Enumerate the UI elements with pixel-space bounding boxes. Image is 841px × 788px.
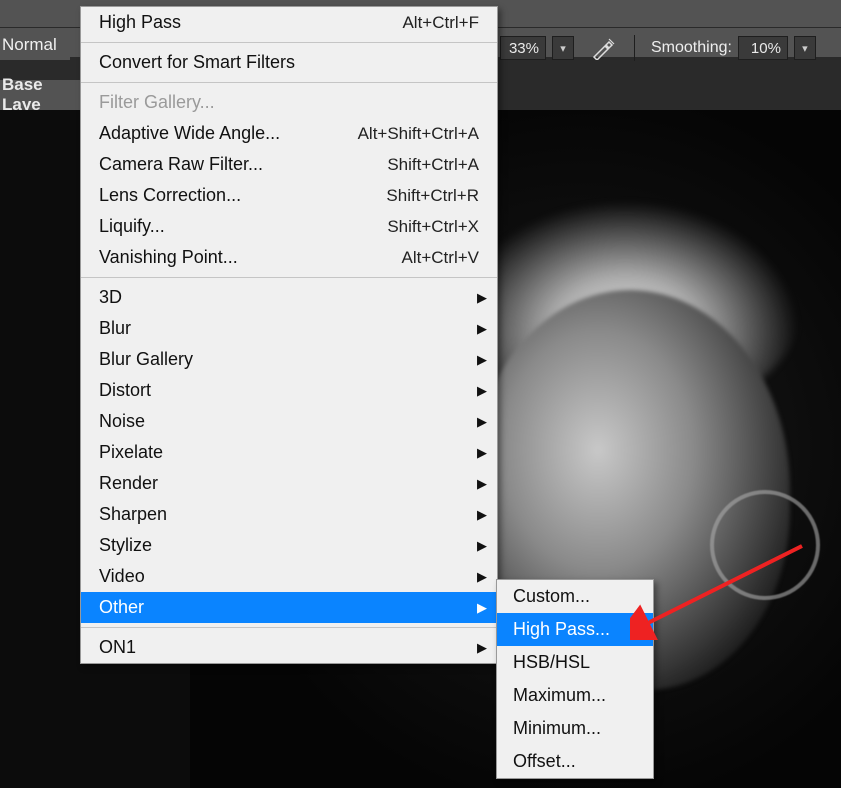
submenu-arrow-icon: ▶ — [477, 476, 487, 492]
zoom-value[interactable]: 33% — [500, 36, 546, 60]
menu-item-stylize[interactable]: Stylize ▶ — [81, 530, 497, 561]
submenu-arrow-icon: ▶ — [477, 507, 487, 523]
blend-mode-select[interactable]: Normal — [0, 30, 70, 60]
menu-item-blur-gallery[interactable]: Blur Gallery ▶ — [81, 344, 497, 375]
submenu-arrow-icon: ▶ — [477, 538, 487, 554]
submenu-arrow-icon: ▶ — [477, 352, 487, 368]
blend-mode-value: Normal — [2, 35, 57, 55]
submenu-arrow-icon: ▶ — [477, 445, 487, 461]
submenu-arrow-icon: ▶ — [477, 383, 487, 399]
menu-item-vanishing-point[interactable]: Vanishing Point... Alt+Ctrl+V — [81, 242, 497, 273]
smoothing-label: Smoothing: — [651, 39, 732, 57]
menu-item-convert-smart[interactable]: Convert for Smart Filters — [81, 47, 497, 78]
submenu-item-custom[interactable]: Custom... — [497, 580, 653, 613]
submenu-arrow-icon: ▶ — [477, 600, 487, 616]
submenu-item-maximum[interactable]: Maximum... — [497, 679, 653, 712]
menu-item-render[interactable]: Render ▶ — [81, 468, 497, 499]
menu-item-liquify[interactable]: Liquify... Shift+Ctrl+X — [81, 211, 497, 242]
filter-menu: High Pass Alt+Ctrl+F Convert for Smart F… — [80, 6, 498, 664]
menu-separator — [81, 82, 497, 83]
submenu-item-hsb-hsl[interactable]: HSB/HSL — [497, 646, 653, 679]
smoothing-dropdown[interactable]: ▾ — [794, 36, 816, 60]
menu-item-blur[interactable]: Blur ▶ — [81, 313, 497, 344]
menu-separator — [81, 277, 497, 278]
menu-item-on1[interactable]: ON1 ▶ — [81, 632, 497, 663]
airbrush-icon[interactable] — [588, 33, 618, 63]
menu-item-3d[interactable]: 3D ▶ — [81, 282, 497, 313]
chevron-down-icon: ▾ — [560, 42, 566, 55]
submenu-item-minimum[interactable]: Minimum... — [497, 712, 653, 745]
menu-separator — [81, 42, 497, 43]
submenu-arrow-icon: ▶ — [477, 321, 487, 337]
menu-item-video[interactable]: Video ▶ — [81, 561, 497, 592]
smoothing-value[interactable]: 10% — [738, 36, 788, 60]
menu-item-pixelate[interactable]: Pixelate ▶ — [81, 437, 497, 468]
menu-item-last-filter[interactable]: High Pass Alt+Ctrl+F — [81, 7, 497, 38]
divider — [634, 35, 635, 61]
chevron-down-icon: ▾ — [802, 42, 808, 55]
submenu-arrow-icon: ▶ — [477, 414, 487, 430]
submenu-item-offset[interactable]: Offset... — [497, 745, 653, 778]
menu-item-filter-gallery[interactable]: Filter Gallery... — [81, 87, 497, 118]
submenu-arrow-icon: ▶ — [477, 569, 487, 585]
menu-item-adaptive-wide-angle[interactable]: Adaptive Wide Angle... Alt+Shift+Ctrl+A — [81, 118, 497, 149]
submenu-arrow-icon: ▶ — [477, 640, 487, 656]
menu-item-noise[interactable]: Noise ▶ — [81, 406, 497, 437]
menu-item-distort[interactable]: Distort ▶ — [81, 375, 497, 406]
submenu-item-high-pass[interactable]: High Pass... — [497, 613, 653, 646]
zoom-dropdown[interactable]: ▾ — [552, 36, 574, 60]
menu-item-other[interactable]: Other ▶ — [81, 592, 497, 623]
layer-name-strip: Base Laye — [0, 80, 80, 110]
menu-separator — [81, 627, 497, 628]
menu-item-sharpen[interactable]: Sharpen ▶ — [81, 499, 497, 530]
submenu-arrow-icon: ▶ — [477, 290, 487, 306]
menu-item-lens-correction[interactable]: Lens Correction... Shift+Ctrl+R — [81, 180, 497, 211]
menu-item-camera-raw[interactable]: Camera Raw Filter... Shift+Ctrl+A — [81, 149, 497, 180]
filter-other-submenu: Custom... High Pass... HSB/HSL Maximum..… — [496, 579, 654, 779]
